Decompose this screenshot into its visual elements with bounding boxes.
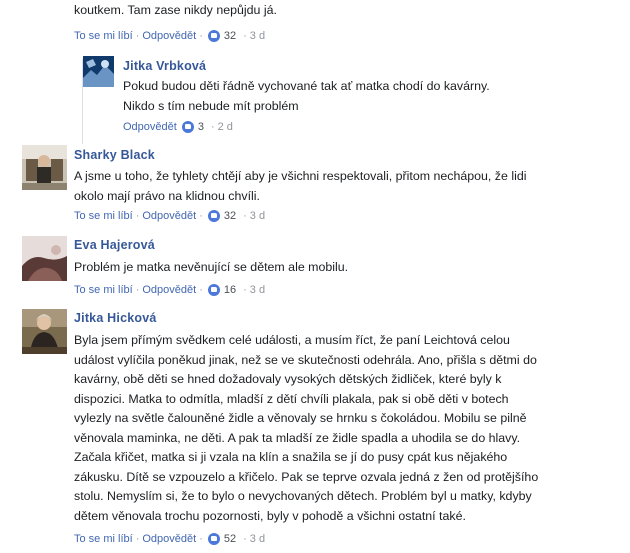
like-link[interactable]: To se mi líbí (74, 30, 133, 42)
comment-text: Problém je matka nevěnující se dětem ale… (74, 260, 349, 274)
like-icon (181, 121, 194, 133)
avatar-image (22, 236, 67, 281)
avatar[interactable] (22, 236, 67, 281)
like-icon (207, 284, 220, 296)
like-link[interactable]: To se mi líbí (74, 284, 133, 296)
reply-link[interactable]: Odpovědět (123, 121, 177, 133)
like-count: 52 (223, 533, 237, 545)
like-link[interactable]: To se mi líbí (74, 533, 133, 545)
like-count: 32 (223, 210, 237, 222)
avatar[interactable] (22, 145, 67, 190)
author-name[interactable]: Sharky Black (74, 148, 155, 162)
like-count: 3 (197, 121, 204, 133)
comment-actions: To se mi líbí · Odpovědět · 52 · 3 d (74, 533, 266, 545)
timestamp: 3 d (249, 30, 266, 42)
comment-text: A jsme u toho, že tyhlety chtějí aby je … (74, 169, 527, 203)
like-count: 16 (223, 284, 237, 296)
comment-actions: To se mi líbí · Odpovědět · 32 · 3 d (74, 30, 266, 42)
avatar[interactable] (83, 56, 114, 87)
author-name[interactable]: Eva Hajerová (74, 238, 155, 252)
author-name[interactable]: Jitka Vrbková (123, 59, 206, 73)
like-icon (207, 533, 220, 545)
comment-actions: Odpovědět 3 · 2 d (123, 121, 233, 133)
reply-link[interactable]: Odpovědět (142, 30, 196, 42)
timestamp: 2 d (217, 121, 233, 133)
timestamp: 3 d (249, 533, 266, 545)
avatar-image (83, 56, 114, 87)
comment-text: Pokud budou děti řádně vychované tak ať … (123, 79, 490, 113)
timestamp: 3 d (249, 210, 266, 222)
avatar[interactable] (22, 309, 67, 354)
avatar-image (22, 309, 67, 354)
comment-actions: To se mi líbí · Odpovědět · 16 · 3 d (74, 284, 266, 296)
like-icon (207, 210, 220, 222)
reply-link[interactable]: Odpovědět (142, 210, 196, 222)
like-icon (207, 30, 220, 42)
comment-text: koutkem. Tam zase nikdy nepůjdu já. (74, 3, 277, 17)
like-count: 32 (223, 30, 237, 42)
reply-link[interactable]: Odpovědět (142, 533, 196, 545)
avatar-image (22, 145, 67, 190)
like-link[interactable]: To se mi líbí (74, 210, 133, 222)
reply-link[interactable]: Odpovědět (142, 284, 196, 296)
timestamp: 3 d (249, 284, 266, 296)
comment-actions: To se mi líbí · Odpovědět · 32 · 3 d (74, 210, 266, 222)
comment-text: Byla jsem přímým svědkem celé události, … (74, 333, 539, 523)
author-name[interactable]: Jitka Hicková (74, 311, 157, 325)
